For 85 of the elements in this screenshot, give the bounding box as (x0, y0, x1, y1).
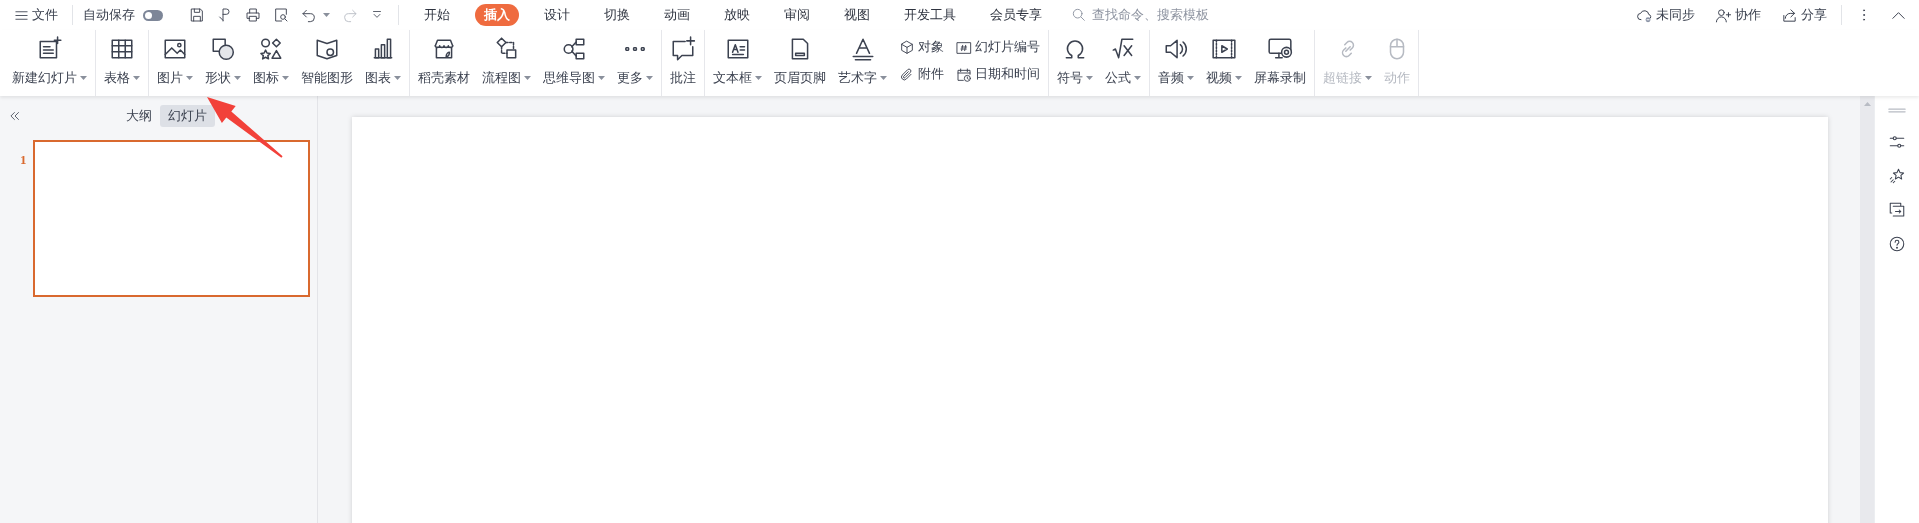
vertical-scrollbar[interactable] (1860, 96, 1874, 523)
menu-tab[interactable]: 设计 (535, 4, 579, 26)
caret-icon (234, 76, 241, 81)
menu-tab[interactable]: 开发工具 (895, 4, 965, 26)
file-menu[interactable]: 文件 (10, 3, 62, 27)
caret-icon (1187, 76, 1194, 81)
panel-tab[interactable]: 幻灯片 (160, 104, 215, 128)
caret-icon (598, 76, 605, 81)
windows-icon[interactable] (1888, 201, 1906, 219)
ribbon-button[interactable]: 文本框 (708, 32, 767, 90)
ribbon-button[interactable]: 更多 (612, 32, 658, 90)
icons-icon (258, 36, 284, 62)
ribbon-button[interactable]: 幻灯片编号 (953, 37, 1043, 58)
drag-handle-icon (1888, 108, 1906, 113)
caret-icon (323, 13, 330, 17)
ribbon-button[interactable]: 音频 (1153, 32, 1199, 90)
caret-icon (1086, 76, 1093, 81)
more-icon (625, 47, 645, 51)
ribbon-button[interactable]: 表格 (99, 32, 145, 90)
caret-icon (282, 76, 289, 81)
menu-tab[interactable]: 切换 (595, 4, 639, 26)
caret-icon (524, 76, 531, 81)
caret-icon (186, 76, 193, 81)
ribbon-button[interactable]: 图标 (248, 32, 294, 90)
panel-tab[interactable]: 大纲 (118, 104, 160, 128)
ribbon-button[interactable]: 公式 (1100, 32, 1146, 90)
ribbon-button[interactable]: 图表 (360, 32, 406, 90)
ribbon-button[interactable]: 稻壳素材 (413, 32, 475, 90)
ribbon-button[interactable]: 日期和时间 (953, 64, 1043, 85)
caret-icon (1134, 76, 1141, 81)
menu-tab[interactable]: 审阅 (775, 4, 819, 26)
calendar-icon (956, 66, 972, 83)
undo-icon (301, 7, 317, 23)
caret-icon (880, 76, 887, 81)
ribbon-button[interactable]: 艺术字 (833, 32, 892, 90)
account-action[interactable]: 未同步 (1632, 3, 1699, 27)
caret-icon (755, 76, 762, 81)
paperclip-icon (899, 66, 915, 83)
menu-tab[interactable]: 视图 (835, 4, 879, 26)
ribbon-button[interactable]: 批注 (665, 32, 701, 90)
account-action[interactable]: 分享 (1777, 3, 1831, 27)
save-icon (189, 7, 205, 23)
search-icon (1071, 7, 1087, 23)
shapes-icon (210, 36, 236, 62)
ribbon-button[interactable]: 视频 (1201, 32, 1247, 90)
add-user-icon (1715, 6, 1732, 24)
mind-map-icon (561, 36, 587, 62)
hash-icon (956, 39, 972, 56)
menu-tab[interactable]: 开始 (415, 4, 459, 26)
slide-thumbnail[interactable] (33, 140, 310, 297)
share-icon (1781, 6, 1798, 24)
ribbon-button[interactable]: 新建幻灯片 (7, 32, 92, 90)
ribbon-button[interactable]: 附件 (896, 64, 947, 85)
ribbon-button[interactable]: 页眉页脚 (769, 32, 831, 90)
ribbon-button[interactable]: 智能图形 (296, 32, 358, 90)
caret-icon (80, 76, 87, 81)
cube-icon (899, 39, 915, 56)
menu-tab[interactable]: 放映 (715, 4, 759, 26)
ribbon-button[interactable]: 图片 (152, 32, 198, 90)
ribbon-button[interactable]: 流程图 (477, 32, 536, 90)
caret-icon (1235, 76, 1242, 81)
ribbon-button[interactable]: 符号 (1052, 32, 1098, 90)
ribbon-button[interactable]: 思维导图 (538, 32, 610, 90)
menu-tab[interactable]: 会员专享 (981, 4, 1051, 26)
autosave-label: 自动保存 (83, 6, 135, 25)
star-icon[interactable] (1888, 167, 1906, 185)
autosave-toggle[interactable] (143, 9, 163, 21)
sliders-icon[interactable] (1888, 133, 1906, 151)
caret-icon (394, 76, 401, 81)
caret-icon (1365, 76, 1372, 81)
preview-icon (273, 7, 289, 23)
comment-icon (670, 36, 696, 62)
caret-icon (646, 76, 653, 81)
slide-number: 1 (20, 151, 28, 169)
ribbon-button[interactable]: 屏幕录制 (1249, 32, 1311, 90)
ribbon-button[interactable]: 对象 (896, 37, 947, 58)
redo-icon (342, 7, 358, 23)
ribbon-button[interactable]: 形状 (200, 32, 246, 90)
double-chevron-icon[interactable] (8, 109, 22, 123)
menu-tab[interactable]: 动画 (655, 4, 699, 26)
account-action[interactable]: 协作 (1711, 3, 1765, 27)
search-field[interactable]: 查找命令、搜索模板 (1090, 4, 1240, 26)
print-icon (245, 7, 261, 23)
help-icon[interactable] (1888, 235, 1906, 253)
caret-icon (133, 76, 140, 81)
